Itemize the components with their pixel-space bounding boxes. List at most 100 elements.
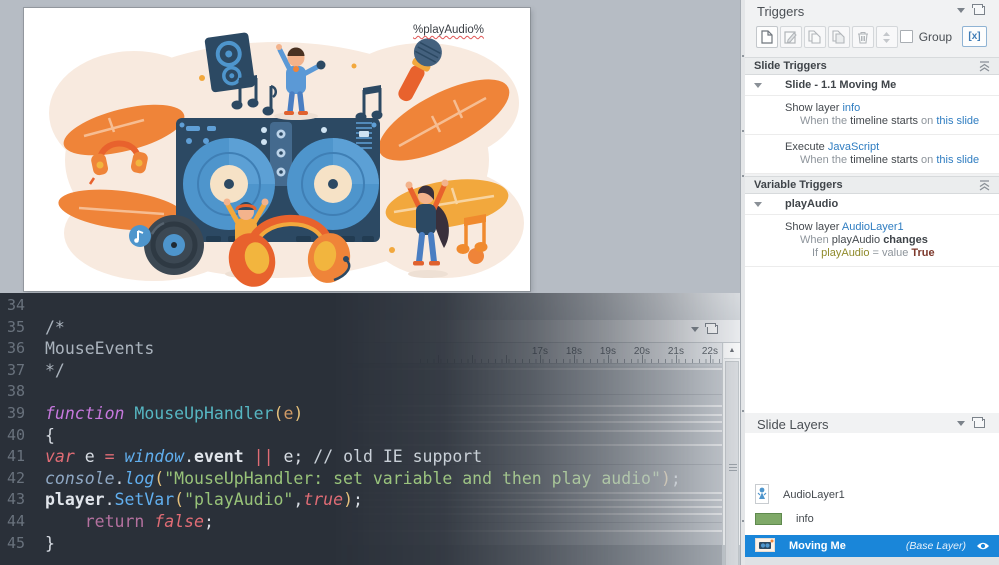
- triggers-empty-area: [745, 267, 999, 413]
- javascript-editor[interactable]: 34 35/* 36 MouseEvents 37 */38 39 function Mous…: [0, 293, 740, 565]
- code-line[interactable]: 37 */: [0, 360, 740, 382]
- slide-stage: %playAudio% 17s18s19s20s21s22s: [0, 0, 745, 565]
- code-line[interactable]: 45}: [0, 533, 740, 555]
- line-number: 43: [7, 490, 26, 509]
- code-line[interactable]: 40{: [0, 425, 740, 447]
- trigger-text: playAudio: [821, 247, 870, 259]
- dj-mixer-illustration: [49, 32, 524, 287]
- collapse-triangle-icon[interactable]: [754, 83, 762, 88]
- speaker-icon: [204, 32, 256, 93]
- blue-note-badge: [129, 225, 151, 247]
- layers-bottom-strip: [745, 557, 999, 565]
- trigger-text: timeline starts: [850, 154, 918, 166]
- trigger-item[interactable]: Execute JavaScript When the timeline star…: [745, 135, 999, 174]
- trigger-text: True: [911, 247, 935, 259]
- layer-thumbnail: [755, 513, 782, 525]
- line-number: 37: [7, 360, 26, 379]
- triggers-panel-title: Triggers: [757, 4, 805, 19]
- chevron-down-icon[interactable]: [957, 8, 965, 13]
- float-panel-icon[interactable]: [972, 417, 985, 428]
- edit-trigger-button[interactable]: [779, 26, 802, 48]
- slide-canvas[interactable]: %playAudio%: [24, 8, 530, 291]
- trigger-link[interactable]: this slide: [936, 154, 979, 166]
- trigger-text: on: [918, 154, 937, 166]
- code-line[interactable]: 43 player.SetVar("playAudio",true);: [0, 489, 740, 511]
- trigger-text: changes: [883, 234, 928, 246]
- trigger-item[interactable]: Show layer info When the timeline starts …: [745, 96, 999, 135]
- line-number: 40: [7, 425, 26, 444]
- code-line[interactable]: 36 MouseEvents: [0, 338, 740, 360]
- slide-triggers-section-header[interactable]: Slide Triggers: [745, 57, 999, 75]
- slide-layers-panel: Slide Layers AudioLayer1 info Moving Me (Ba…: [745, 413, 999, 565]
- group-checkbox-label: Group: [918, 30, 953, 44]
- layer-row-audiolayer1[interactable]: AudioLayer1: [745, 483, 999, 507]
- code-line[interactable]: 41 var e = window.event || e; // old IE s…: [0, 446, 740, 468]
- new-trigger-button[interactable]: [756, 26, 778, 48]
- trigger-text: If: [812, 247, 822, 259]
- eye-icon[interactable]: [976, 541, 990, 551]
- variable-triggers-section-header[interactable]: Variable Triggers: [745, 176, 999, 194]
- line-number: 42: [7, 468, 26, 487]
- paste-trigger-button[interactable]: [827, 26, 850, 48]
- layer-thumbnail: [755, 483, 769, 504]
- float-panel-icon[interactable]: [972, 4, 985, 15]
- trigger-link[interactable]: info: [842, 102, 860, 114]
- variable-trigger-group-row[interactable]: playAudio: [745, 194, 999, 215]
- trigger-text: When the: [800, 154, 851, 166]
- code-line[interactable]: 34: [0, 295, 740, 317]
- trigger-link[interactable]: JavaScript: [828, 141, 879, 153]
- code-line[interactable]: 42 console.log("MouseUpHandler: set varia…: [0, 468, 740, 490]
- base-layer-badge: (Base Layer): [905, 540, 966, 552]
- reorder-trigger-button[interactable]: [875, 26, 898, 48]
- trigger-link[interactable]: this slide: [936, 115, 979, 127]
- trigger-text: = value: [869, 247, 912, 259]
- trigger-text: playAudio: [831, 234, 881, 246]
- line-number: 39: [7, 403, 26, 422]
- trigger-text: Show layer: [785, 221, 842, 233]
- line-number: 44: [7, 511, 26, 530]
- variable-reference-text[interactable]: %playAudio%: [413, 24, 484, 36]
- collapse-triangle-icon[interactable]: [754, 202, 762, 207]
- code-line[interactable]: 35/*: [0, 317, 740, 339]
- trigger-text: Show layer: [785, 102, 843, 114]
- layer-row-info[interactable]: info: [745, 507, 999, 531]
- layer-name: info: [796, 513, 814, 525]
- chevron-down-icon[interactable]: [957, 421, 965, 426]
- right-panel: Triggers Group [x] Slide Triggers Slide …: [745, 0, 999, 565]
- layer-row-moving-me[interactable]: Moving Me (Base Layer): [745, 535, 999, 557]
- code-line[interactable]: 44 return false;: [0, 511, 740, 533]
- layer-thumbnail: [755, 537, 775, 552]
- collapse-all-icon[interactable]: [979, 180, 990, 191]
- trigger-text: on: [918, 115, 937, 127]
- triggers-toolbar: Group [x]: [745, 22, 999, 57]
- group-checkbox[interactable]: [899, 30, 913, 43]
- trigger-text: When: [800, 234, 832, 246]
- code-lines: 34 35/* 36 MouseEvents 37 */38 39 function Mous…: [0, 295, 740, 554]
- storyline-app: %playAudio% 17s18s19s20s21s22s: [0, 0, 999, 565]
- line-number: 34: [7, 296, 26, 314]
- variable-triggers-list: Show layer AudioLayer1 When playAudio cha…: [745, 215, 999, 267]
- layer-name: Moving Me: [789, 540, 846, 552]
- copy-trigger-button[interactable]: [803, 26, 826, 48]
- trigger-text: Execute: [785, 141, 828, 153]
- trigger-link[interactable]: AudioLayer1: [842, 221, 904, 233]
- slide-trigger-group-row[interactable]: Slide - 1.1 Moving Me: [745, 75, 999, 96]
- slide-layers-title: Slide Layers: [757, 417, 829, 432]
- line-number: 41: [7, 447, 26, 466]
- manage-variables-button[interactable]: [x]: [962, 26, 987, 47]
- vinyl-record-icon: [144, 215, 204, 275]
- trigger-item[interactable]: Show layer AudioLayer1 When playAudio cha…: [745, 215, 999, 267]
- code-line[interactable]: 39 function MouseUpHandler(e): [0, 403, 740, 425]
- line-number: 45: [7, 533, 26, 552]
- delete-trigger-button[interactable]: [851, 26, 874, 48]
- line-number: 36: [7, 339, 26, 358]
- slide-layers-list: AudioLayer1 info Moving Me (Base Layer): [745, 433, 999, 557]
- slide-triggers-list: Show layer info When the timeline starts …: [745, 96, 999, 174]
- trigger-text: timeline starts: [850, 115, 918, 127]
- collapse-all-icon[interactable]: [979, 61, 990, 72]
- line-number: 35: [7, 317, 26, 336]
- triggers-panel-header: Triggers: [745, 0, 999, 22]
- trigger-text: When the: [800, 115, 851, 127]
- turntable-left: [183, 138, 275, 230]
- code-line[interactable]: 38: [0, 381, 740, 403]
